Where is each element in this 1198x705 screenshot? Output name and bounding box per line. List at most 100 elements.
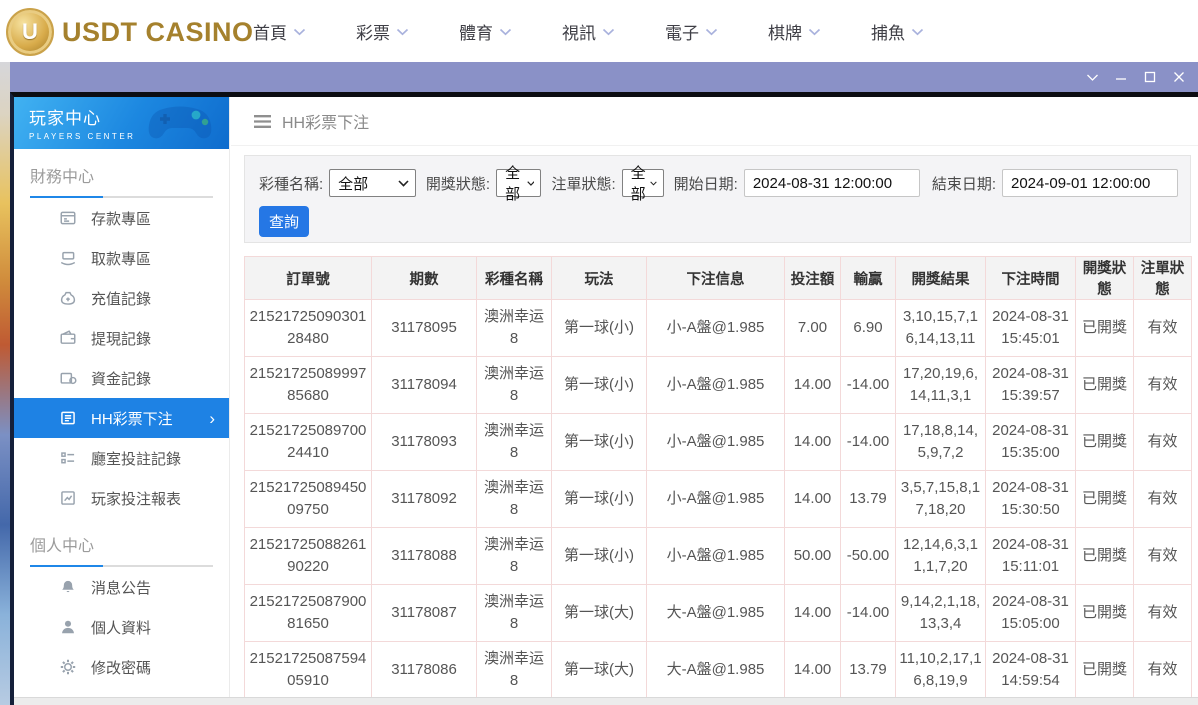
player-center-window: 玩家中心 PLAYERS CENTER 財務中心 存款專區 取款專區 充值記錄 提現記錄… [10, 62, 1198, 705]
window-minimize-button[interactable] [1114, 70, 1128, 84]
table-cell: 2152172508999785680 [244, 356, 372, 414]
table-cell: 大-A盤@1.985 [646, 641, 785, 699]
table-cell: 已開獎 [1075, 413, 1134, 471]
column-header: 玩法 [551, 256, 647, 300]
table-header-row: 訂單號 期數 彩種名稱 玩法 下注信息 投注額 輸贏 開獎結果 下注時間 開獎狀態 注單狀態 [244, 256, 1192, 300]
end-date-input[interactable] [1002, 169, 1178, 197]
gamepad-icon [148, 106, 212, 139]
sidebar-item[interactable]: 存款專區 [14, 198, 229, 238]
sidebar-item[interactable]: 個人資料 [14, 607, 229, 647]
table-cell: 第一球(小) [551, 470, 647, 528]
sidebar-item[interactable]: HH彩票下注 › [14, 398, 229, 438]
table-row: 2152172509030128480 31178095 澳洲幸运8 第一球(小) 小-… [244, 299, 1192, 357]
bet-report-icon [59, 489, 77, 507]
top-nav: 首頁 彩票 體育 視訊 電子 棋牌 捕魚 [228, 0, 949, 62]
window-dropdown-button[interactable] [1085, 70, 1099, 84]
funds-record-icon [59, 369, 77, 387]
table-cell: 已開獎 [1075, 470, 1134, 528]
sidebar-item-label: 存款專區 [91, 210, 152, 228]
table-cell: 有效 [1133, 299, 1192, 357]
order-status-value: 全部 [630, 165, 646, 203]
nav-item-5[interactable]: 電子 [640, 19, 743, 44]
sidebar-item[interactable]: 廳室投註記錄 [14, 438, 229, 478]
table-cell: 2024-08-31 14:59:54 [985, 641, 1076, 699]
table-cell: -50.00 [840, 527, 896, 585]
table-cell: 第一球(小) [551, 356, 647, 414]
table-cell: 3,10,15,7,16,14,13,11 [895, 299, 986, 357]
start-date-label: 開始日期: [673, 175, 738, 193]
top-site-bar: U USDT CASINO 首頁 彩票 體育 視訊 電子 棋牌 捕魚 [0, 0, 1198, 62]
chevron-right-icon: › [209, 408, 215, 428]
table-cell: 31178092 [371, 470, 477, 528]
table-cell: 第一球(大) [551, 641, 647, 699]
nav-item-4[interactable]: 視訊 [537, 19, 640, 44]
table-cell: 澳洲幸运8 [476, 470, 552, 528]
sidebar-item[interactable]: 修改密碼 [14, 647, 229, 687]
sidebar-section-title: 個人中心 [30, 538, 95, 555]
sidebar-section-title: 財務中心 [30, 169, 95, 186]
table-cell: 31178086 [371, 641, 477, 699]
recharge-record-icon [59, 289, 77, 307]
chevron-down-icon [705, 28, 718, 36]
end-date-label: 結束日期: [931, 175, 996, 193]
table-cell: 有效 [1133, 527, 1192, 585]
start-date-input[interactable] [743, 169, 920, 197]
table-cell: 小-A盤@1.985 [646, 527, 785, 585]
table-cell: 有效 [1133, 584, 1192, 642]
table-cell: 已開獎 [1075, 584, 1134, 642]
bet-records-table: 訂單號 期數 彩種名稱 玩法 下注信息 投注額 輸贏 開獎結果 下注時間 開獎狀態 注單狀態 215… [244, 256, 1192, 705]
sidebar-item[interactable]: 提現記錄 [14, 318, 229, 358]
table-cell: -14.00 [840, 413, 896, 471]
table-cell: 2152172508790081650 [244, 584, 372, 642]
table-cell: 3,5,7,15,8,17,18,20 [895, 470, 986, 528]
coin-logo-icon: U [6, 8, 54, 56]
table-cell: 已開獎 [1075, 299, 1134, 357]
page-background-strip [0, 62, 10, 705]
table-cell: 第一球(小) [551, 527, 647, 585]
order-status-select[interactable]: 全部 [621, 165, 664, 203]
table-cell: 已開獎 [1075, 527, 1134, 585]
column-header: 彩種名稱 [476, 256, 552, 300]
brand-logo[interactable]: U USDT CASINO [6, 8, 254, 56]
table-cell: 2024-08-31 15:05:00 [985, 584, 1076, 642]
table-cell: 31178093 [371, 413, 477, 471]
chevron-down-icon [911, 28, 924, 36]
sidebar-sections: 財務中心存款專區取款專區 充值記錄 提現記錄 資金記錄 HH彩票下注 › 廳室投註記錄玩家投… [14, 149, 229, 705]
gear-icon [59, 658, 77, 676]
draw-status-select[interactable]: 全部 [496, 165, 542, 203]
sidebar-item-label: 修改密碼 [91, 659, 152, 677]
table-cell: 31178095 [371, 299, 477, 357]
window-maximize-button[interactable] [1143, 70, 1157, 84]
sidebar-item[interactable]: 取款專區 [14, 238, 229, 278]
nav-item-2[interactable]: 彩票 [331, 19, 434, 44]
sidebar-item[interactable]: 消息公告 [14, 567, 229, 607]
sidebar-item-label: 廳室投註記錄 [91, 450, 182, 468]
sidebar-item[interactable]: 充值記錄 [14, 278, 229, 318]
nav-item-label: 捕魚 [871, 23, 905, 43]
sidebar-item[interactable]: 玩家投注報表 [14, 478, 229, 518]
nav-item-label: 棋牌 [768, 23, 802, 43]
table-cell: 有效 [1133, 356, 1192, 414]
table-cell: 50.00 [784, 527, 841, 585]
sidebar-item[interactable]: 資金記錄 [14, 358, 229, 398]
nav-item-3[interactable]: 體育 [434, 19, 537, 44]
table-cell: 第一球(小) [551, 299, 647, 357]
table-cell: 有效 [1133, 641, 1192, 699]
table-row: 2152172508999785680 31178094 澳洲幸运8 第一球(小) 小-… [244, 356, 1192, 414]
window-body: 玩家中心 PLAYERS CENTER 財務中心 存款專區 取款專區 充值記錄 提現記錄… [10, 92, 1198, 705]
lottery-name-select[interactable]: 全部 [329, 169, 416, 197]
search-button[interactable]: 查詢 [259, 206, 309, 237]
withdraw-icon [59, 249, 77, 267]
nav-item-label: 首頁 [253, 23, 287, 43]
menu-hamburger-icon[interactable] [253, 114, 272, 129]
table-cell: 2152172508945009750 [244, 470, 372, 528]
window-close-button[interactable] [1172, 70, 1186, 84]
nav-item-7[interactable]: 捕魚 [846, 19, 949, 44]
table-cell: 小-A盤@1.985 [646, 470, 785, 528]
nav-item-1[interactable]: 首頁 [228, 19, 331, 44]
table-cell: -14.00 [840, 356, 896, 414]
column-header: 下注信息 [646, 256, 785, 300]
nav-item-6[interactable]: 棋牌 [743, 19, 846, 44]
table-cell: 2152172508970024410 [244, 413, 372, 471]
table-cell: 澳洲幸运8 [476, 641, 552, 699]
